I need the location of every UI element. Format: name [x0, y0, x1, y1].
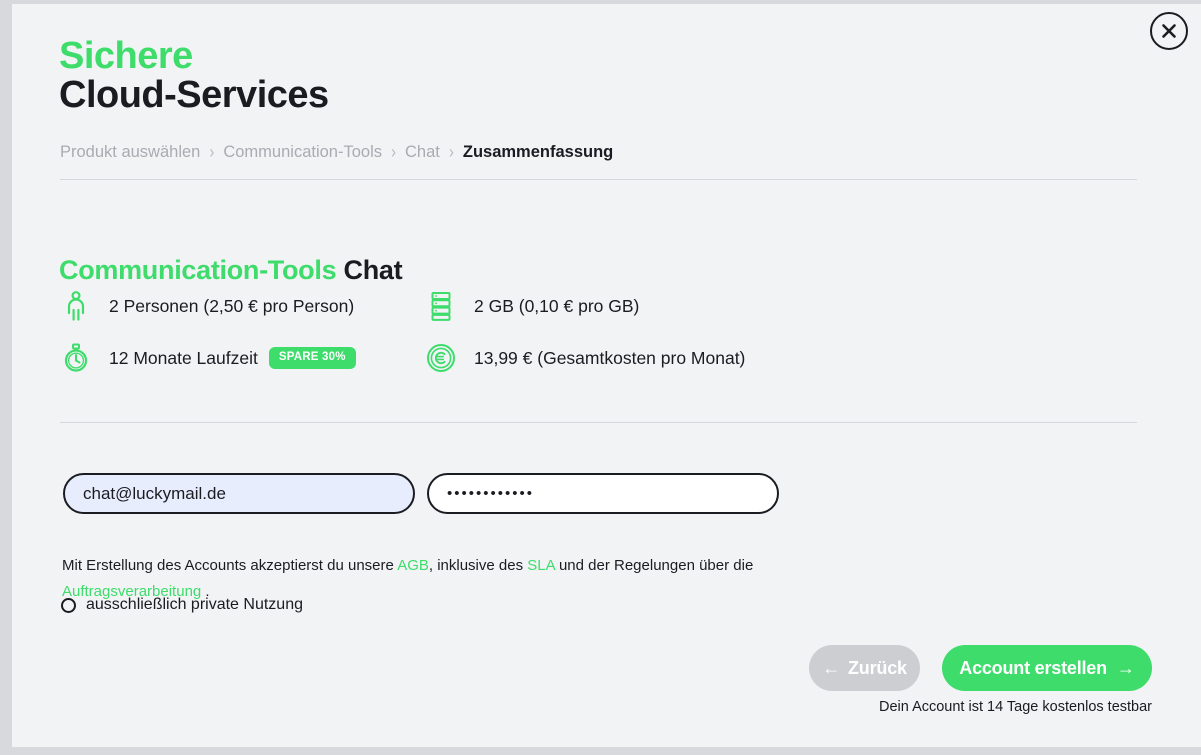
breadcrumb-separator-icon: ›: [449, 142, 454, 163]
breadcrumb-separator-icon: ›: [391, 142, 396, 163]
trial-note: Dein Account ist 14 Tage kostenlos testb…: [879, 699, 1152, 715]
close-circle-icon[interactable]: [1150, 12, 1188, 50]
breadcrumb-item-produkt[interactable]: Produkt auswählen: [60, 143, 200, 162]
page-title-line1: Sichere: [59, 37, 329, 76]
radio-circle-icon: [61, 598, 76, 613]
page-title-line2: Cloud-Services: [59, 76, 329, 115]
sla-link[interactable]: SLA: [527, 557, 555, 574]
page-title: Sichere Cloud-Services: [59, 37, 329, 115]
spec-row: 2 Personen (2,50 € pro Person): [59, 280, 879, 332]
spec-text-persons: 2 Personen (2,50 € pro Person): [109, 296, 354, 317]
breadcrumb-item-zusammenfassung: Zusammenfassung: [463, 143, 613, 162]
breadcrumb-separator-icon: ›: [209, 142, 214, 163]
password-field[interactable]: [427, 473, 779, 514]
stopwatch-icon: [59, 343, 93, 373]
product-specs: 2 Personen (2,50 € pro Person): [59, 280, 879, 384]
email-field[interactable]: [63, 473, 415, 514]
spec-row: 12 Monate Laufzeit SPARE 30% 13,99 € (G: [59, 332, 879, 384]
legal-text-part2: , inklusive des: [429, 557, 527, 574]
spec-item-persons: 2 Personen (2,50 € pro Person): [59, 280, 424, 332]
back-button[interactable]: ← Zurück: [809, 645, 920, 691]
server-rack-icon: [424, 291, 458, 321]
breadcrumb-item-communication-tools[interactable]: Communication-Tools: [223, 143, 382, 162]
private-use-radio[interactable]: ausschließlich private Nutzung: [61, 596, 303, 614]
spec-item-storage: 2 GB (0,10 € pro GB): [424, 280, 844, 332]
person-icon: [59, 291, 93, 321]
checkout-summary-panel: Sichere Cloud-Services Produkt auswählen…: [12, 4, 1201, 747]
spec-text-storage: 2 GB (0,10 € pro GB): [474, 296, 639, 317]
spec-text-term: 12 Monate Laufzeit: [109, 348, 258, 369]
agb-link[interactable]: AGB: [397, 557, 429, 574]
divider-top: [60, 179, 1137, 180]
breadcrumb-item-chat[interactable]: Chat: [405, 143, 440, 162]
arrow-right-icon: →: [1117, 658, 1135, 679]
discount-badge: SPARE 30%: [269, 347, 356, 369]
spec-text-price: 13,99 € (Gesamtkosten pro Monat): [474, 348, 745, 369]
back-button-label: Zurück: [848, 658, 907, 679]
divider-middle: [60, 422, 1137, 423]
legal-text-part3: und der Regelungen über die: [555, 557, 754, 574]
legal-text-part1: Mit Erstellung des Accounts akzeptierst …: [62, 557, 397, 574]
close-x-icon: [1160, 22, 1178, 40]
browser-viewport: Sichere Cloud-Services Produkt auswählen…: [0, 0, 1201, 755]
euro-coin-icon: [424, 343, 458, 373]
spec-item-term: 12 Monate Laufzeit SPARE 30%: [59, 332, 424, 384]
breadcrumb: Produkt auswählen › Communication-Tools …: [60, 143, 613, 162]
action-bar: ← Zurück Account erstellen →: [809, 645, 1152, 691]
arrow-left-icon: ←: [822, 658, 840, 679]
spec-item-price: 13,99 € (Gesamtkosten pro Monat): [424, 332, 844, 384]
create-account-button-label: Account erstellen: [959, 658, 1107, 679]
private-use-label: ausschließlich private Nutzung: [86, 596, 303, 614]
create-account-button[interactable]: Account erstellen →: [942, 645, 1152, 691]
